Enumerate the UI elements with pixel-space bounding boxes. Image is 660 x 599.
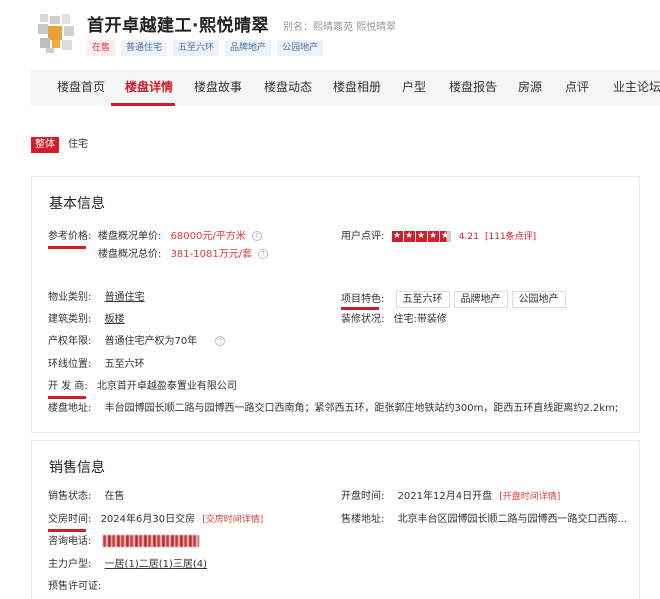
nav-album[interactable]: 楼盘相册 [333,70,381,105]
developer-label: 开 发 商: [48,381,88,392]
nav-listings[interactable]: 房源 [518,70,542,105]
layout-label: 主力户型: [48,559,92,570]
sales-info-card: 销售信息 销售状态: 在售 开盘时间: 2021年12月4日开盘 [开盘时间详情… [31,440,640,599]
project-header: 首开卓越建工·熙悦晴翠 别名：熙晴嘉苑 熙悦晴翠 在售 普通住宅 五至六环 品牌… [0,0,660,70]
type-filter-all[interactable]: 整体 [31,137,59,153]
ring-label: 环线位置: [48,359,92,370]
rating-stars: ★ ★ ★ ★ ★ [391,230,451,242]
address-label: 楼盘地址: [48,403,92,414]
property-type-label: 物业类别: [48,292,92,303]
feature-tag[interactable]: 品牌地产 [453,291,508,308]
nav-forum[interactable]: 业主论坛 [613,70,660,105]
price-label-underline [48,246,86,249]
tag-status: 在售 [87,40,116,56]
phone-obscured[interactable] [102,535,199,547]
layout-link[interactable]: 二居(1) [139,559,173,570]
delivery-date: 2024年6月30日交房 [100,514,196,525]
address-value: 丰台园博园长顺二路与园博西一路交口西南角；紧邻西五环，距张郭庄地铁站约300m，… [104,403,619,414]
layout-links: 一居(1)二居(1)三居(4) [105,559,208,570]
nav-details[interactable]: 楼盘详情 [125,70,173,105]
tag-park[interactable]: 公园地产 [277,40,324,56]
star-icon: ★ [391,230,403,242]
sales-address-value: 北京丰台区园博园长顺二路与园博西一路交口西南... [397,514,628,525]
sales-address-label: 售楼地址: [341,514,385,525]
nav-news[interactable]: 楼盘动态 [264,70,312,105]
decoration-label: 装修状况: [341,314,385,325]
developer-label-underline [48,396,86,399]
open-date: 2021年12月4日开盘 [397,491,493,502]
developer-value: 北京首开卓越盈泰置业有限公司 [96,381,237,392]
open-detail-link[interactable]: [开盘时间详情] [499,492,560,502]
tag-ring[interactable]: 五至六环 [173,40,220,56]
permit-label: 预售许可证: [48,581,102,592]
main-nav: 楼盘首页 楼盘详情 楼盘故事 楼盘动态 楼盘相册 户型 楼盘报告 房源 点评 业… [30,70,660,105]
help-icon[interactable]: ? [258,249,269,259]
star-icon: ★ [427,230,439,242]
nav-reviews[interactable]: 点评 [565,70,589,105]
feature-tags: 五至六环 品牌地产 公园地产 [395,291,570,308]
nav-story[interactable]: 楼盘故事 [194,70,242,105]
help-icon[interactable]: ? [215,336,226,346]
nav-home[interactable]: 楼盘首页 [57,70,105,105]
project-alias: 别名：熙晴嘉苑 熙悦晴翠 [283,22,397,33]
review-label: 用户点评: [341,231,385,242]
features-label: 项目特色: [341,294,385,305]
delivery-label: 交房时间: [48,514,92,525]
ring-value: 五至六环 [104,359,145,370]
project-logo [36,12,76,54]
feature-tag[interactable]: 五至六环 [395,291,450,308]
delivery-label-underline [48,529,86,532]
building-type-link[interactable]: 板楼 [105,314,125,325]
open-label: 开盘时间: [341,491,385,502]
rating-count-link[interactable]: [111条点评] [485,232,536,242]
delivery-detail-link[interactable]: [交房时间详情] [202,515,263,525]
price-label: 参考价格: [48,231,92,242]
status-label: 销售状态: [48,491,92,502]
decoration-value: 住宅:带装修 [393,314,447,325]
help-icon[interactable]: ? [251,231,262,241]
building-type-label: 建筑类别: [48,314,92,325]
unit-price-label: 楼盘概况单价: [98,231,162,242]
layout-link[interactable]: 一居(1) [105,559,139,570]
basic-info-card: 基本信息 参考价格: 楼盘概况单价: 68000元/平方米? 楼盘概况总价: 3… [31,176,640,433]
layout-link[interactable]: 三居(4) [173,559,207,570]
nav-report[interactable]: 楼盘报告 [449,70,497,105]
nav-floorplans[interactable]: 户型 [402,70,426,105]
property-type-link[interactable]: 普通住宅 [105,292,145,303]
tag-brand[interactable]: 品牌地产 [225,40,272,56]
phone-label: 咨询电话: [48,536,92,547]
sales-info-title: 销售信息 [49,460,105,476]
rights-label: 产权年限: [48,336,92,347]
feature-tag[interactable]: 公园地产 [511,291,566,308]
star-icon: ★ [403,230,415,242]
total-price-value: 381-1081万元/套 [170,249,253,260]
basic-info-title: 基本信息 [49,196,105,212]
status-value: 在售 [104,491,125,502]
tag-property-type[interactable]: 普通住宅 [121,40,168,56]
star-half-icon: ★ [439,230,451,242]
nav-active-indicator [111,103,175,106]
unit-price-value: 68000元/平方米 [170,231,246,242]
star-icon: ★ [415,230,427,242]
rights-value: 普通住宅产权为70年 [104,336,198,347]
project-title: 首开卓越建工·熙悦晴翠 [87,16,269,36]
features-label-underline [341,307,379,310]
project-tags: 在售 普通住宅 五至六环 品牌地产 公园地产 [87,40,324,56]
rating-score: 4.21 [458,232,479,242]
type-filter-residential[interactable]: 住宅 [68,137,88,153]
total-price-label: 楼盘概况总价: [98,249,162,260]
